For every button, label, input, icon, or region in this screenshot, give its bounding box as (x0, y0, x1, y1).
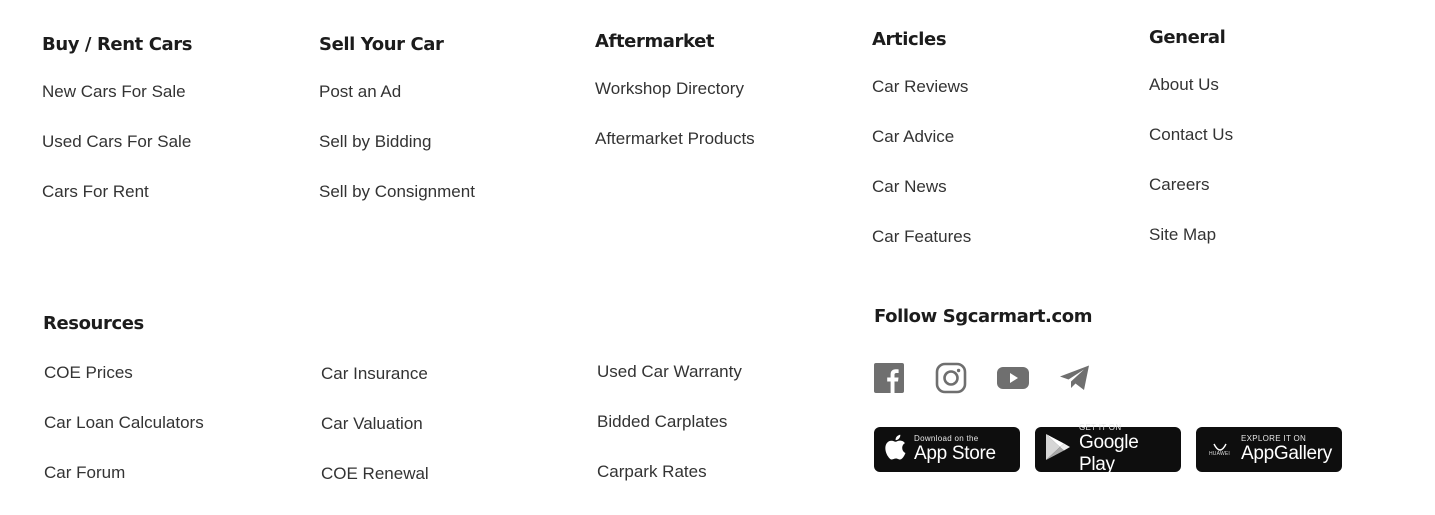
sell-your-car-heading: Sell Your Car (319, 34, 444, 55)
aftermarket-links: Workshop Directory Aftermarket Products (595, 80, 855, 180)
link-post-an-ad[interactable]: Post an Ad (319, 83, 579, 133)
google-play-icon (1045, 433, 1071, 466)
link-aftermarket-products[interactable]: Aftermarket Products (595, 130, 855, 180)
app-store-badge[interactable]: Download on the App Store (874, 427, 1020, 472)
footer-column-sell: Sell Your Car Post an Ad Sell by Bidding… (319, 33, 579, 233)
buy-rent-heading: Buy / Rent Cars (42, 34, 193, 55)
link-car-valuation[interactable]: Car Valuation (321, 415, 429, 465)
huawei-logo-text: HUAWEI (1208, 450, 1230, 457)
footer-column-aftermarket: Aftermarket Workshop Directory Aftermark… (595, 30, 855, 180)
social-links (873, 362, 1121, 394)
resources-column-2: Car Insurance Car Valuation COE Renewal (321, 365, 429, 515)
resources-column-1: COE Prices Car Loan Calculators Car Foru… (44, 364, 204, 514)
app-store-badges: Download on the App Store GET IT ON Goog… (874, 423, 1357, 475)
link-about-us[interactable]: About Us (1149, 76, 1409, 126)
app-store-text: Download on the App Store (914, 434, 996, 465)
general-links: About Us Contact Us Careers Site Map (1149, 76, 1409, 276)
link-new-cars-for-sale[interactable]: New Cars For Sale (42, 83, 302, 133)
link-careers[interactable]: Careers (1149, 176, 1409, 226)
link-bidded-carplates[interactable]: Bidded Carplates (597, 413, 742, 463)
link-carpark-rates[interactable]: Carpark Rates (597, 463, 742, 513)
google-play-badge[interactable]: GET IT ON Google Play (1035, 423, 1181, 475)
youtube-icon[interactable] (997, 362, 1029, 394)
link-car-insurance[interactable]: Car Insurance (321, 365, 429, 415)
articles-links: Car Reviews Car Advice Car News Car Feat… (872, 78, 1132, 278)
link-used-car-warranty[interactable]: Used Car Warranty (597, 363, 742, 413)
app-store-big-text: App Store (914, 443, 996, 464)
link-car-forum[interactable]: Car Forum (44, 464, 204, 514)
huawei-logo-icon: HUAWEI (1206, 443, 1233, 457)
link-sell-by-bidding[interactable]: Sell by Bidding (319, 133, 579, 183)
app-store-small-text: Download on the (914, 434, 979, 443)
footer-column-buy: Buy / Rent Cars New Cars For Sale Used C… (42, 33, 302, 233)
footer-column-articles: Articles Car Reviews Car Advice Car News… (872, 28, 1132, 278)
link-site-map[interactable]: Site Map (1149, 226, 1409, 276)
apple-icon (884, 434, 906, 465)
resources-column-3: Used Car Warranty Bidded Carplates Carpa… (597, 363, 742, 513)
google-play-small-text: GET IT ON (1079, 423, 1122, 432)
link-car-features[interactable]: Car Features (872, 228, 1132, 278)
link-cars-for-rent[interactable]: Cars For Rent (42, 183, 302, 233)
buy-rent-links: New Cars For Sale Used Cars For Sale Car… (42, 83, 302, 233)
link-car-news[interactable]: Car News (872, 178, 1132, 228)
articles-heading: Articles (872, 29, 947, 50)
telegram-icon[interactable] (1059, 362, 1091, 394)
aftermarket-heading: Aftermarket (595, 31, 715, 52)
general-heading: General (1149, 27, 1226, 48)
footer-column-general: General About Us Contact Us Careers Site… (1149, 26, 1409, 276)
follow-heading: Follow Sgcarmart.com (874, 306, 1093, 327)
app-gallery-text: EXPLORE IT ON AppGallery (1241, 434, 1332, 465)
link-coe-prices[interactable]: COE Prices (44, 364, 204, 414)
link-contact-us[interactable]: Contact Us (1149, 126, 1409, 176)
app-gallery-small-text: EXPLORE IT ON (1241, 434, 1307, 443)
link-workshop-directory[interactable]: Workshop Directory (595, 80, 855, 130)
link-sell-by-consignment[interactable]: Sell by Consignment (319, 183, 579, 233)
sell-links: Post an Ad Sell by Bidding Sell by Consi… (319, 83, 579, 233)
link-car-loan-calculators[interactable]: Car Loan Calculators (44, 414, 204, 464)
app-gallery-badge[interactable]: HUAWEI EXPLORE IT ON AppGallery (1196, 427, 1342, 472)
google-play-big-text: Google Play (1079, 432, 1139, 475)
instagram-icon[interactable] (935, 362, 967, 394)
link-used-cars-for-sale[interactable]: Used Cars For Sale (42, 133, 302, 183)
link-coe-renewal[interactable]: COE Renewal (321, 465, 429, 515)
resources-heading: Resources (43, 313, 144, 334)
link-car-reviews[interactable]: Car Reviews (872, 78, 1132, 128)
google-play-text: GET IT ON Google Play (1079, 423, 1171, 476)
facebook-icon[interactable] (873, 362, 905, 394)
site-footer: Buy / Rent Cars New Cars For Sale Used C… (0, 0, 1435, 495)
link-car-advice[interactable]: Car Advice (872, 128, 1132, 178)
app-gallery-big-text: AppGallery (1241, 443, 1332, 464)
